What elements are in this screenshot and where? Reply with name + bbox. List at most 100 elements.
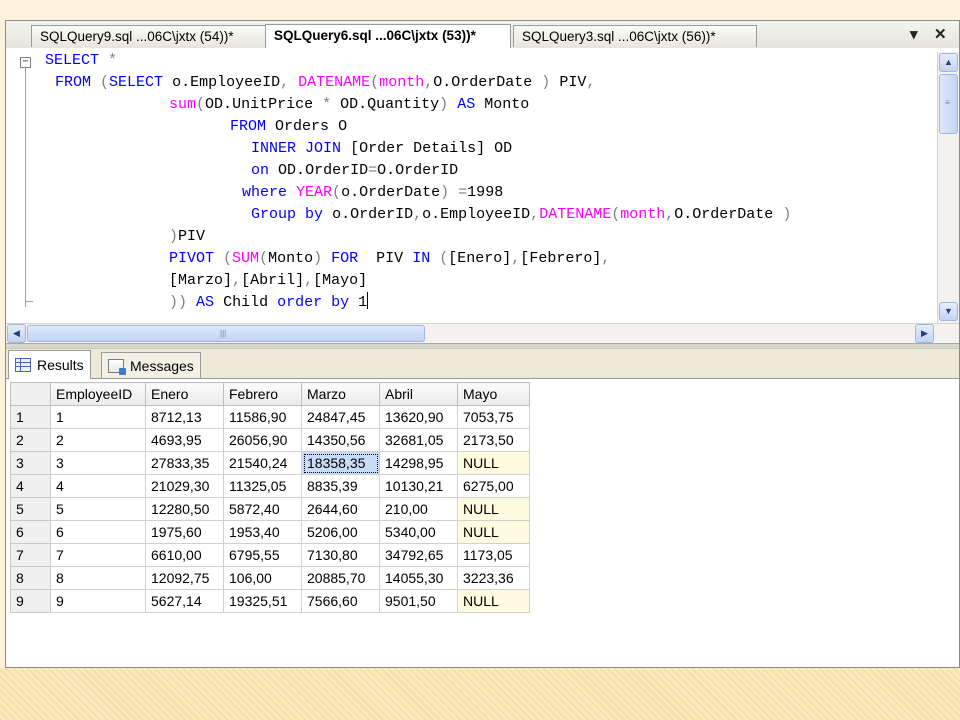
row-number-cell[interactable]: 6 [10, 520, 51, 544]
query-code[interactable]: SELECT * FROM (SELECT o.EmployeeID, DATE… [6, 50, 791, 358]
selected-grid-cell[interactable]: 18358,35 [301, 451, 380, 475]
grid-cell[interactable]: 10130,21 [379, 474, 458, 498]
editor-horizontal-scrollbar[interactable]: ◀ ||| ▶ [6, 323, 959, 343]
grid-cell[interactable]: 8712,13 [145, 405, 224, 429]
tab-sqlquery6[interactable]: SQLQuery6.sql ...06C\jxtx (53))* [265, 24, 511, 48]
column-header-abril[interactable]: Abril [379, 382, 458, 406]
grid-cell[interactable]: 8835,39 [301, 474, 380, 498]
grid-cell[interactable]: NULL [457, 451, 530, 475]
vertical-scroll-thumb[interactable]: ≡ [939, 74, 958, 134]
row-number-cell[interactable]: 4 [10, 474, 51, 498]
scroll-up-icon[interactable]: ▲ [939, 53, 958, 72]
table-row[interactable]: 9 9 5627,14 19325,51 7566,60 9501,50 NULL [10, 589, 530, 613]
column-header-enero[interactable]: Enero [145, 382, 224, 406]
grid-corner-cell[interactable] [10, 382, 51, 406]
table-row[interactable]: 1 1 8712,13 11586,90 24847,45 13620,90 7053,75 [10, 405, 530, 429]
close-document-icon[interactable]: ✕ [934, 25, 947, 43]
grid-cell[interactable]: 7566,60 [301, 589, 380, 613]
row-number-cell[interactable]: 8 [10, 566, 51, 590]
grid-cell[interactable]: 1173,05 [457, 543, 530, 567]
grid-cell[interactable]: 2173,50 [457, 428, 530, 452]
grid-cell[interactable]: 5872,40 [223, 497, 302, 521]
row-number-cell[interactable]: 5 [10, 497, 51, 521]
grid-cell[interactable]: 11586,90 [223, 405, 302, 429]
grid-cell[interactable]: 5340,00 [379, 520, 458, 544]
grid-cell[interactable]: 7 [50, 543, 146, 567]
grid-cell[interactable]: 9 [50, 589, 146, 613]
grid-cell[interactable]: 2644,60 [301, 497, 380, 521]
grid-cell[interactable]: 21540,24 [223, 451, 302, 475]
grid-cell[interactable]: NULL [457, 520, 530, 544]
table-row[interactable]: 6 6 1975,60 1953,40 5206,00 5340,00 NULL [10, 520, 530, 544]
grid-cell[interactable]: 6795,55 [223, 543, 302, 567]
grid-cell[interactable]: 6610,00 [145, 543, 224, 567]
column-header-febrero[interactable]: Febrero [223, 382, 302, 406]
grid-cell[interactable]: 7053,75 [457, 405, 530, 429]
grid-cell[interactable]: 24847,45 [301, 405, 380, 429]
grid-cell[interactable]: 4 [50, 474, 146, 498]
scroll-down-icon[interactable]: ▼ [939, 302, 958, 321]
grid-cell[interactable]: 1953,40 [223, 520, 302, 544]
tab-sqlquery9[interactable]: SQLQuery9.sql ...06C\jxtx (54))* [31, 25, 269, 47]
column-header-employeeid[interactable]: EmployeeID [50, 382, 146, 406]
table-row[interactable]: 3 3 27833,35 21540,24 18358,35 14298,95 NULL [10, 451, 530, 475]
grid-cell[interactable]: 12092,75 [145, 566, 224, 590]
grid-cell[interactable]: 11325,05 [223, 474, 302, 498]
grid-cell[interactable]: 210,00 [379, 497, 458, 521]
tab-list-dropdown-icon[interactable]: ▾ [910, 25, 918, 43]
grid-cell[interactable]: 14298,95 [379, 451, 458, 475]
grid-cell[interactable]: 5 [50, 497, 146, 521]
grid-cell[interactable]: 14055,30 [379, 566, 458, 590]
column-header-mayo[interactable]: Mayo [457, 382, 530, 406]
grid-cell[interactable]: 8 [50, 566, 146, 590]
row-number-cell[interactable]: 9 [10, 589, 51, 613]
grid-cell[interactable]: 3223,36 [457, 566, 530, 590]
grid-cell[interactable]: 2 [50, 428, 146, 452]
grid-cell[interactable]: 7130,80 [301, 543, 380, 567]
grid-cell[interactable]: 6 [50, 520, 146, 544]
grid-cell[interactable]: 21029,30 [145, 474, 224, 498]
scroll-right-icon[interactable]: ▶ [915, 324, 934, 343]
results-grid[interactable]: EmployeeID Enero Febrero Marzo Abril Mayo 118… [10, 382, 530, 613]
scroll-left-icon[interactable]: ◀ [7, 324, 26, 343]
grid-cell[interactable]: 106,00 [223, 566, 302, 590]
grid-cell[interactable]: 13620,90 [379, 405, 458, 429]
grid-cell[interactable]: 5627,14 [145, 589, 224, 613]
table-row[interactable]: 5 5 12280,50 5872,40 2644,60 210,00 NULL [10, 497, 530, 521]
table-row[interactable]: 2 2 4693,95 26056,90 14350,56 32681,05 2173,50 [10, 428, 530, 452]
row-number-cell[interactable]: 2 [10, 428, 51, 452]
grid-cell[interactable]: 19325,51 [223, 589, 302, 613]
row-number-cell[interactable]: 1 [10, 405, 51, 429]
horizontal-scroll-thumb[interactable]: ||| [27, 325, 425, 342]
tab-sqlquery3[interactable]: SQLQuery3.sql ...06C\jxtx (56))* [513, 25, 757, 47]
table-row[interactable]: 7 7 6610,00 6795,55 7130,80 34792,65 1173,05 [10, 543, 530, 567]
grid-cell[interactable]: 5206,00 [301, 520, 380, 544]
column-header-marzo[interactable]: Marzo [301, 382, 380, 406]
grid-cell[interactable]: 32681,05 [379, 428, 458, 452]
table-row[interactable]: 4 4 21029,30 11325,05 8835,39 10130,21 6275,00 [10, 474, 530, 498]
tab-messages[interactable]: Messages [101, 352, 201, 378]
row-number-cell[interactable]: 3 [10, 451, 51, 475]
grid-cell[interactable]: 9501,50 [379, 589, 458, 613]
code-token: Child [223, 294, 269, 311]
editor-vertical-scrollbar[interactable]: ▲ ≡ ▼ [937, 52, 959, 323]
grid-cell[interactable]: NULL [457, 589, 530, 613]
grid-cell[interactable]: 12280,50 [145, 497, 224, 521]
code-token: o [422, 206, 432, 223]
grid-cell[interactable]: 1 [50, 405, 146, 429]
grid-cell[interactable]: 1975,60 [145, 520, 224, 544]
row-number-cell[interactable]: 7 [10, 543, 51, 567]
tab-results[interactable]: Results [8, 350, 91, 379]
grid-cell[interactable]: 34792,65 [379, 543, 458, 567]
grid-cell[interactable]: 4693,95 [145, 428, 224, 452]
table-row[interactable]: 8 8 12092,75 106,00 20885,70 14055,30 3223,36 [10, 566, 530, 590]
grid-cell[interactable]: NULL [457, 497, 530, 521]
grid-cell[interactable]: 6275,00 [457, 474, 530, 498]
grid-cell[interactable]: 14350,56 [301, 428, 380, 452]
query-editor[interactable]: − SELECT * FROM (SELECT o.EmployeeID, DA… [6, 48, 959, 322]
grid-cell[interactable]: 26056,90 [223, 428, 302, 452]
grid-cell[interactable]: 27833,35 [145, 451, 224, 475]
grid-cell[interactable]: 3 [50, 451, 146, 475]
grid-cell[interactable]: 20885,70 [301, 566, 380, 590]
